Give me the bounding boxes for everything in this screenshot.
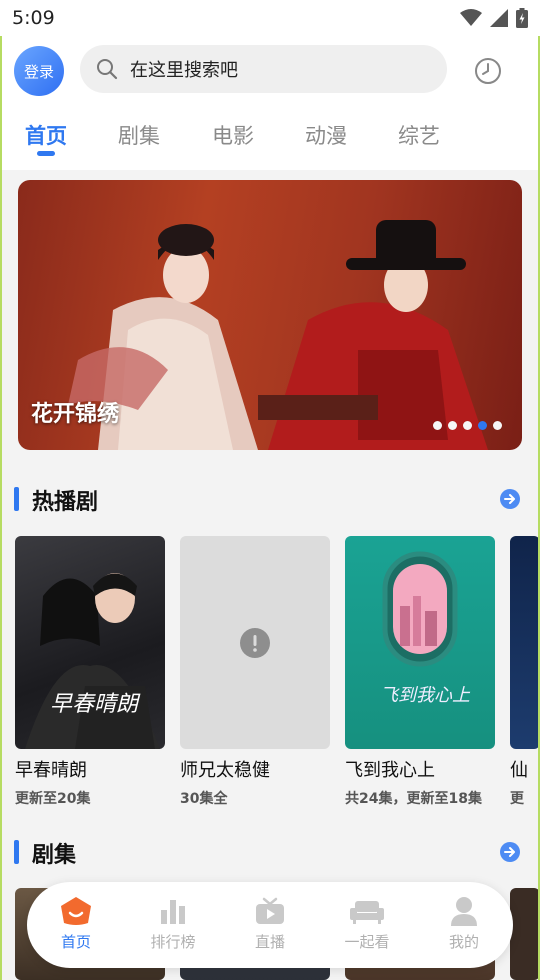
drama-episode-status: 共24集，更新至18集 (345, 791, 482, 807)
nav-live[interactable]: 直播 (230, 894, 310, 952)
tab-indicator (37, 151, 55, 156)
series-preview-card-partial[interactable] (510, 888, 540, 980)
svg-text:早春晴朗: 早春晴朗 (50, 692, 141, 717)
search-icon (97, 59, 118, 80)
drama-title: 早春晴朗 (15, 760, 87, 781)
ranking-icon (161, 900, 185, 924)
section-accent-bar (14, 487, 19, 511)
banner-dot[interactable] (448, 421, 457, 430)
nav-live-label: 直播 (254, 933, 285, 951)
banner-caption: 花开锦绣 (31, 402, 120, 427)
tab-home[interactable]: 首页 (25, 120, 67, 150)
nav-home[interactable]: 首页 (36, 894, 116, 952)
nav-ranking-label: 排行榜 (150, 933, 196, 951)
series-section-more-button[interactable] (500, 842, 520, 862)
arrow-right-icon (504, 847, 515, 857)
search-input[interactable]: 在这里搜索吧 (80, 45, 447, 93)
drama-card[interactable]: 早春晴朗 早春晴朗 更新至20集 (15, 536, 165, 808)
nav-profile[interactable]: 我的 (424, 894, 504, 952)
hot-section-header: 热播剧 (0, 485, 540, 515)
banner-dot[interactable] (433, 421, 442, 430)
tab-variety[interactable]: 综艺 (398, 120, 440, 150)
hot-section-more-button[interactable] (500, 489, 520, 509)
poster-artwork: 飞到我心上 (380, 551, 471, 706)
series-section-header: 剧集 (0, 838, 540, 868)
drama-poster: 飞到我心上 (345, 536, 495, 749)
nav-home-label: 首页 (60, 933, 91, 951)
signal-icon (490, 9, 508, 27)
sofa-icon (350, 901, 384, 924)
nav-profile-label: 我的 (448, 933, 479, 951)
drama-card[interactable]: 师兄太稳健 30集全 (180, 536, 330, 808)
drama-poster-placeholder (180, 536, 330, 749)
drama-title: 仙 (510, 760, 528, 781)
drama-episode-status: 更新至20集 (15, 791, 91, 807)
banner-dot-active[interactable] (478, 421, 487, 430)
home-icon (61, 897, 91, 925)
drama-card-partial[interactable]: 仙 更 (510, 536, 540, 808)
banner-dot[interactable] (493, 421, 502, 430)
profile-icon (451, 897, 477, 926)
battery-icon (516, 8, 528, 28)
drama-title: 师兄太稳健 (180, 760, 270, 781)
banner-carousel[interactable]: 花开锦绣 (18, 180, 522, 450)
drama-poster: 早春晴朗 (15, 536, 165, 749)
nav-ranking[interactable]: 排行榜 (133, 894, 213, 952)
poster-artwork: 早春晴朗 (25, 573, 160, 749)
series-section-title: 剧集 (32, 843, 77, 868)
history-icon[interactable] (473, 56, 503, 86)
login-button[interactable]: 登录 (14, 46, 64, 96)
status-icons (460, 8, 528, 28)
nav-watch-together-label: 一起看 (344, 933, 390, 951)
tab-anime[interactable]: 动漫 (305, 120, 347, 150)
status-time: 5:09 (12, 7, 55, 29)
wifi-icon (460, 9, 482, 26)
arrow-right-icon (504, 494, 515, 504)
banner-dot[interactable] (463, 421, 472, 430)
tab-movies[interactable]: 电影 (212, 120, 254, 150)
nav-watch-together[interactable]: 一起看 (327, 894, 407, 952)
drama-poster (510, 536, 540, 749)
header: 登录 在这里搜索吧 首页 剧集 电影 动漫 综艺 (0, 36, 540, 170)
drama-card[interactable]: 飞到我心上 飞到我心上 共24集，更新至18集 (345, 536, 495, 808)
banner-pagination (433, 421, 502, 430)
screen-frame-left (0, 36, 2, 980)
bottom-navigation: 首页 排行榜 直播 一起看 我的 (27, 882, 513, 968)
tab-series[interactable]: 剧集 (118, 120, 160, 150)
section-accent-bar (14, 840, 19, 864)
live-tv-icon (256, 897, 284, 924)
drama-episode-status: 更 (510, 791, 524, 807)
image-error-icon (240, 627, 270, 658)
drama-title: 飞到我心上 (345, 760, 435, 781)
hot-section-title: 热播剧 (32, 490, 99, 515)
drama-episode-status: 30集全 (180, 791, 228, 807)
category-tabs: 首页 剧集 电影 动漫 综艺 (0, 118, 540, 162)
status-bar: 5:09 (0, 0, 540, 36)
search-placeholder: 在这里搜索吧 (130, 60, 238, 81)
svg-text:飞到我心上: 飞到我心上 (380, 685, 471, 706)
